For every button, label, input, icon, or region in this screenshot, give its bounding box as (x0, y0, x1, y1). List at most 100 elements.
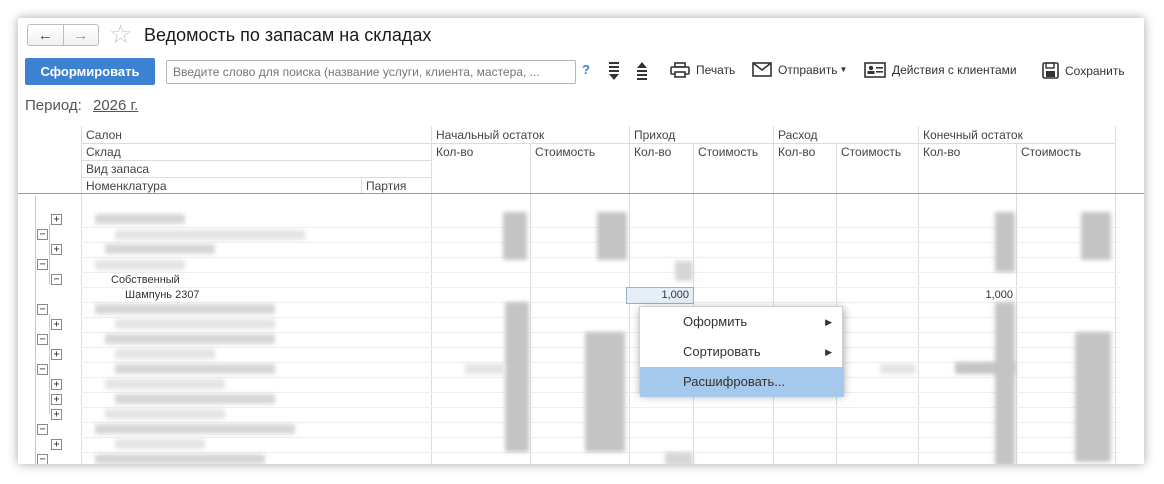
period-link[interactable]: 2026 г. (93, 97, 138, 114)
print-label: Печать (696, 63, 736, 77)
obscured-value (505, 302, 529, 452)
collapse-toggle[interactable]: − (51, 274, 62, 285)
header-qty: Кол-во (778, 145, 816, 159)
generate-button[interactable]: Сформировать (25, 58, 155, 85)
obscured-value (675, 261, 693, 281)
menu-item-label: Расшифровать... (683, 374, 786, 389)
header-cost: Стоимость (698, 145, 759, 159)
obscured-value (585, 332, 625, 452)
collapse-toggle[interactable]: − (37, 229, 48, 240)
header-expense: Расход (778, 128, 818, 142)
obscured-text (105, 409, 225, 419)
favorite-star-icon[interactable]: ☆ (109, 21, 132, 47)
header-warehouse: Склад (86, 145, 121, 159)
header-qty: Кол-во (634, 145, 672, 159)
expand-toggle[interactable]: + (51, 319, 62, 330)
header-qty: Кол-во (923, 145, 961, 159)
save-button[interactable]: Сохранить (1042, 62, 1125, 79)
report-grid: Салон Склад Вид запаса Номенклатура Парт… (18, 126, 1144, 464)
collapse-all-icon[interactable] (634, 60, 650, 82)
context-menu: Оформить ▶ Сортировать ▶ Расшифровать... (639, 306, 844, 397)
printer-icon (670, 62, 690, 78)
envelope-icon (752, 62, 772, 77)
chevron-right-icon: ▶ (825, 317, 832, 327)
header-nomenclature: Номенклатура (86, 179, 167, 193)
floppy-disk-icon (1042, 62, 1059, 79)
contact-card-icon (864, 62, 886, 78)
obscured-value (597, 212, 627, 260)
forward-button[interactable]: → (62, 25, 99, 45)
obscured-value (665, 452, 693, 464)
menu-item-label: Оформить (683, 314, 748, 329)
client-actions-button[interactable]: Действия с клиентами (864, 62, 1017, 78)
income-qty-cell: 1,000 (661, 289, 689, 301)
send-label: Отправить (778, 62, 838, 77)
obscured-text (105, 244, 215, 254)
obscured-text (115, 319, 275, 329)
header-qty: Кол-во (436, 145, 474, 159)
header-salon: Салон (86, 128, 122, 142)
header-income: Приход (634, 128, 676, 142)
collapse-toggle[interactable]: − (37, 334, 48, 345)
obscured-text (115, 230, 305, 240)
header-closing-balance: Конечный остаток (923, 128, 1023, 142)
obscured-text (105, 379, 225, 389)
expand-toggle[interactable]: + (51, 439, 62, 450)
obscured-value (1081, 212, 1111, 260)
header-cost: Стоимость (841, 145, 902, 159)
chevron-down-icon: ▼ (839, 65, 848, 74)
expand-toggle[interactable]: + (51, 214, 62, 225)
menu-item-label: Сортировать (683, 344, 761, 359)
chevron-right-icon: ▶ (825, 347, 832, 357)
collapse-toggle[interactable]: − (37, 364, 48, 375)
obscured-text (105, 334, 275, 344)
expand-toggle[interactable]: + (51, 349, 62, 360)
menu-item-decode[interactable]: Расшифровать... (640, 367, 844, 397)
obscured-text (95, 214, 185, 224)
header-cost: Стоимость (535, 145, 596, 159)
header-stock-type: Вид запаса (86, 162, 150, 176)
report-window: ← → ☆ Ведомость по запасам на складах Сф… (18, 18, 1144, 464)
window-title: Ведомость по запасам на складах (144, 25, 432, 45)
send-button[interactable]: Отправить ▼ (752, 62, 847, 77)
expand-all-icon[interactable] (606, 60, 622, 82)
item-name-cell: Шампунь 2307 (125, 289, 200, 301)
header-opening-balance: Начальный остаток (436, 128, 545, 142)
menu-item-sort[interactable]: Сортировать ▶ (640, 337, 844, 367)
collapse-toggle[interactable]: − (37, 304, 48, 315)
search-input[interactable] (166, 60, 576, 84)
obscured-text (115, 364, 275, 374)
save-label: Сохранить (1065, 63, 1125, 78)
navigation-buttons: ← → (27, 24, 99, 46)
obscured-text (115, 349, 215, 359)
collapse-toggle[interactable]: − (37, 259, 48, 270)
expand-toggle[interactable]: + (51, 409, 62, 420)
header-cost: Стоимость (1021, 145, 1082, 159)
expand-toggle[interactable]: + (51, 379, 62, 390)
expand-toggle[interactable]: + (51, 394, 62, 405)
help-button[interactable]: ? (582, 62, 590, 77)
obscured-text (115, 394, 275, 404)
collapse-toggle[interactable]: − (37, 454, 48, 464)
obscured-value (880, 364, 916, 374)
expand-toggle[interactable]: + (51, 244, 62, 255)
obscured-value (995, 212, 1015, 272)
menu-item-format[interactable]: Оформить ▶ (640, 307, 844, 337)
collapse-toggle[interactable]: − (37, 424, 48, 435)
back-button[interactable]: ← (28, 25, 63, 45)
obscured-text (115, 439, 205, 449)
obscured-value (465, 364, 505, 374)
end-qty-cell: 1,000 (985, 289, 1013, 301)
obscured-text (95, 260, 185, 270)
obscured-text (95, 304, 275, 314)
obscured-value (1075, 332, 1111, 462)
obscured-text (95, 454, 265, 464)
period-label: Период: (25, 97, 82, 114)
print-button[interactable]: Печать (670, 62, 735, 78)
obscured-value (995, 302, 1015, 464)
stock-type-cell: Собственный (111, 274, 180, 286)
obscured-text (95, 424, 295, 434)
client-actions-label: Действия с клиентами (892, 63, 1017, 77)
obscured-value (503, 212, 527, 260)
header-party: Партия (366, 179, 407, 193)
